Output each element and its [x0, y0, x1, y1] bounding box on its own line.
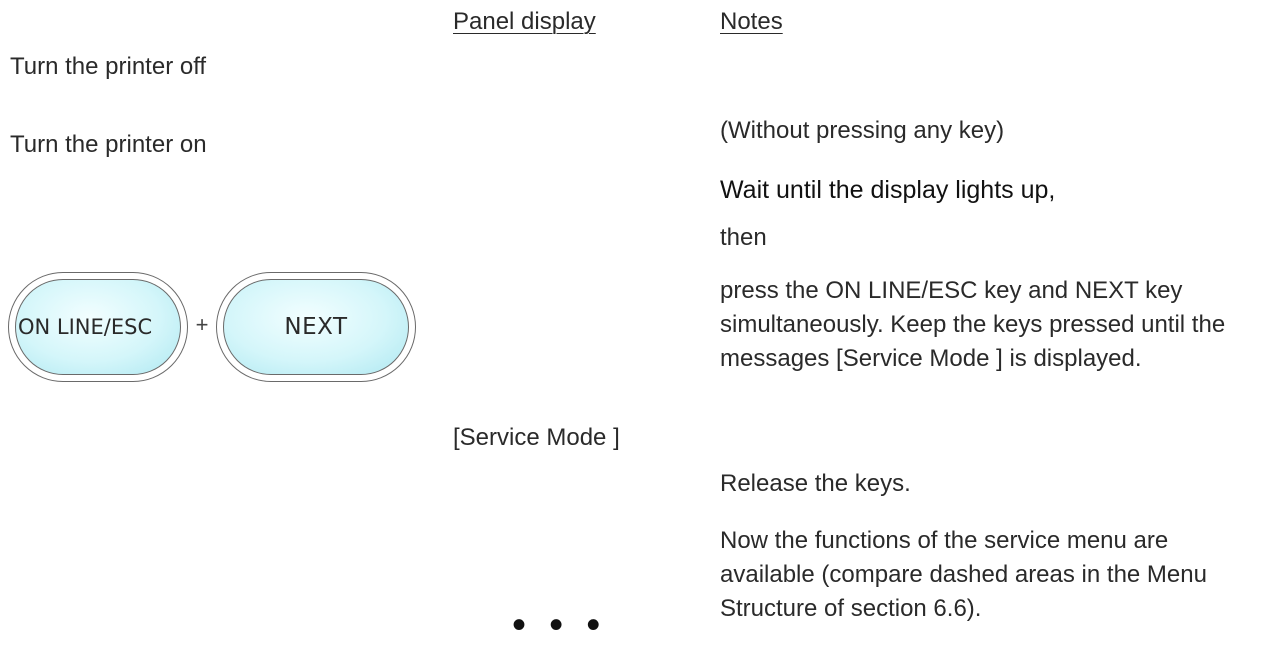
note-wait-text: Wait until the display lights up [720, 176, 1049, 204]
next-key: NEXT [216, 272, 416, 382]
note-wait: Wait until the display lights up, [720, 173, 1055, 207]
next-key-label: NEXT [223, 279, 409, 375]
panel-service-mode: [Service Mode ] [453, 424, 620, 451]
key-combination: ON LINE/ESC + NEXT [8, 272, 418, 382]
note-without-key: (Without pressing any key) [720, 117, 1005, 144]
note-now: Now the functions of the service menu ar… [720, 527, 1207, 622]
notes-header: Notes [720, 8, 783, 35]
online-esc-key: ON LINE/ESC [8, 272, 188, 382]
plus-sign: + [195, 312, 209, 337]
note-then: then [720, 224, 767, 251]
note-wait-comma: , [1048, 176, 1056, 204]
step-turn-on: Turn the printer on [10, 131, 207, 158]
note-press: press the ON LINE/ESC key and NEXT key s… [720, 277, 1226, 372]
online-esc-key-label: ON LINE/ESC [15, 279, 181, 375]
step-turn-off: Turn the printer off [10, 53, 207, 80]
panel-display-header: Panel display [453, 8, 596, 35]
note-release: Release the keys. [720, 470, 911, 497]
ellipsis: • • • [512, 603, 607, 647]
